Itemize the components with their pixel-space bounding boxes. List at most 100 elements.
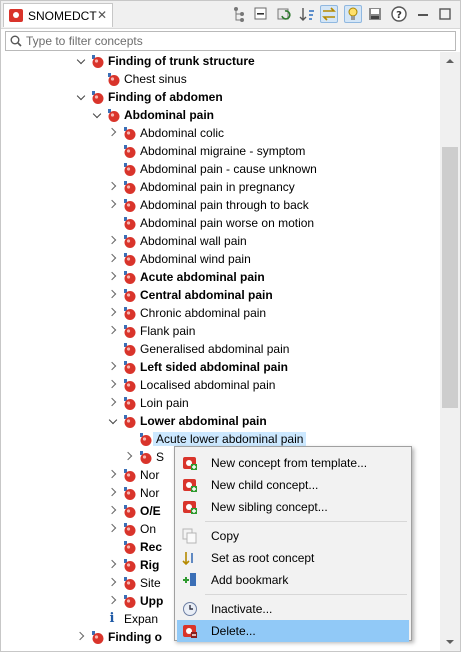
menu-item[interactable]: Copy	[177, 525, 409, 547]
menu-item[interactable]: Delete...	[177, 620, 409, 642]
tree-row[interactable]: Chest sinus	[2, 70, 440, 88]
concept-icon	[121, 125, 137, 141]
chevron-right-icon[interactable]	[109, 470, 118, 479]
chevron-right-icon[interactable]	[109, 236, 118, 245]
tree-row[interactable]: Abdominal colic	[2, 124, 440, 142]
save-icon[interactable]	[366, 5, 384, 23]
tree-row[interactable]: Acute abdominal pain	[2, 268, 440, 286]
concept-icon	[121, 359, 137, 375]
tree-row-label: Chronic abdominal pain	[140, 306, 267, 320]
tree-row-label: Finding of abdomen	[108, 90, 223, 104]
chevron-right-icon[interactable]	[109, 326, 118, 335]
chevron-right-icon[interactable]	[109, 560, 118, 569]
tab-snomedct[interactable]: SNOMEDCT ✕	[3, 3, 113, 27]
tree-row-label: Localised abdominal pain	[140, 378, 276, 392]
tree-row[interactable]: Finding of abdomen	[2, 88, 440, 106]
help-icon[interactable]: ?	[390, 5, 408, 23]
tree-row-label: Finding o	[108, 630, 162, 644]
chevron-right-icon[interactable]	[109, 362, 118, 371]
tree-row[interactable]: Abdominal pain through to back	[2, 196, 440, 214]
chevron-down-icon[interactable]	[77, 56, 86, 65]
menu-item-label: Copy	[211, 529, 240, 543]
concept-icon	[121, 557, 137, 573]
tab-title: SNOMEDCT	[28, 9, 97, 23]
tree-row[interactable]: Abdominal pain worse on motion	[2, 214, 440, 232]
link-with-editor-icon[interactable]	[320, 5, 338, 23]
sort-icon[interactable]	[298, 5, 316, 23]
menu-item-label: Set as root concept	[211, 551, 315, 565]
chevron-right-icon[interactable]	[109, 398, 118, 407]
tree-row-label: Abdominal wind pain	[140, 252, 251, 266]
menu-item[interactable]: Add bookmark	[177, 569, 409, 591]
chevron-down-icon[interactable]	[77, 92, 86, 101]
collapse-all-icon[interactable]	[252, 5, 270, 23]
tree-row-label: S	[156, 450, 165, 464]
tree-row-label: Generalised abdominal pain	[140, 342, 290, 356]
hierarchy-icon[interactable]	[230, 5, 248, 23]
concept-icon	[137, 449, 153, 465]
tree-row[interactable]: Abdominal pain	[2, 106, 440, 124]
chevron-right-icon[interactable]	[109, 290, 118, 299]
maximize-icon[interactable]	[436, 5, 454, 23]
tree-row[interactable]: Flank pain	[2, 322, 440, 340]
chevron-right-icon[interactable]	[109, 506, 118, 515]
tree-row[interactable]: Generalised abdominal pain	[2, 340, 440, 358]
concept-icon	[121, 161, 137, 177]
menu-item[interactable]: Set as root concept	[177, 547, 409, 569]
tree-row-label: Expan	[124, 612, 159, 626]
menu-item-label: Add bookmark	[211, 573, 289, 587]
minimize-icon[interactable]	[414, 5, 432, 23]
menu-item-label: New child concept...	[211, 478, 319, 492]
tree-row[interactable]: Central abdominal pain	[2, 286, 440, 304]
chevron-down-icon[interactable]	[109, 416, 118, 425]
lightbulb-icon[interactable]	[344, 5, 362, 23]
scroll-down-arrow-icon[interactable]	[440, 635, 460, 651]
menu-item-label: Inactivate...	[211, 602, 273, 616]
chevron-right-icon[interactable]	[109, 254, 118, 263]
menu-item[interactable]: New sibling concept...	[177, 496, 409, 518]
filter-box	[5, 31, 456, 51]
chevron-right-icon[interactable]	[109, 272, 118, 281]
chevron-right-icon[interactable]	[109, 578, 118, 587]
tree-row-label: Abdominal colic	[140, 126, 225, 140]
chevron-right-icon[interactable]	[109, 380, 118, 389]
chevron-right-icon[interactable]	[77, 632, 86, 641]
menu-separator	[205, 521, 407, 522]
concept-icon	[121, 575, 137, 591]
tree-row[interactable]: Finding of trunk structure	[2, 52, 440, 70]
tree-row[interactable]: Abdominal pain - cause unknown	[2, 160, 440, 178]
tree-scrollbar[interactable]	[440, 52, 460, 651]
tree-row[interactable]: Abdominal migraine - symptom	[2, 142, 440, 160]
chevron-right-icon[interactable]	[109, 524, 118, 533]
chevron-right-icon[interactable]	[125, 452, 134, 461]
refresh-icon[interactable]	[276, 5, 294, 23]
scroll-thumb[interactable]	[442, 147, 458, 408]
chevron-right-icon[interactable]	[109, 488, 118, 497]
menu-item[interactable]: Inactivate...	[177, 598, 409, 620]
chevron-right-icon[interactable]	[109, 308, 118, 317]
tree-row[interactable]: Left sided abdominal pain	[2, 358, 440, 376]
tree-row[interactable]: Localised abdominal pain	[2, 376, 440, 394]
menu-item[interactable]: New concept from template...	[177, 452, 409, 474]
tree-row[interactable]: Abdominal wall pain	[2, 232, 440, 250]
menu-item[interactable]: New child concept...	[177, 474, 409, 496]
concept-icon	[121, 377, 137, 393]
concept-icon	[121, 323, 137, 339]
tree-row[interactable]: Abdominal wind pain	[2, 250, 440, 268]
filter-input[interactable]	[26, 33, 446, 49]
chevron-right-icon[interactable]	[109, 596, 118, 605]
tree-row[interactable]: Abdominal pain in pregnancy	[2, 178, 440, 196]
chevron-right-icon[interactable]	[109, 200, 118, 209]
chevron-down-icon[interactable]	[93, 110, 102, 119]
tree-row[interactable]: Chronic abdominal pain	[2, 304, 440, 322]
tree-row-label: Abdominal pain in pregnancy	[140, 180, 295, 194]
chevron-right-icon[interactable]	[109, 128, 118, 137]
tree-row-label: Finding of trunk structure	[108, 54, 255, 68]
inactivate-icon	[182, 601, 198, 617]
scroll-up-arrow-icon[interactable]	[440, 52, 460, 68]
concept-icon	[89, 53, 105, 69]
chevron-right-icon[interactable]	[109, 182, 118, 191]
tree-row[interactable]: Loin pain	[2, 394, 440, 412]
close-icon[interactable]: ✕	[97, 8, 107, 22]
tree-row[interactable]: Lower abdominal pain	[2, 412, 440, 430]
